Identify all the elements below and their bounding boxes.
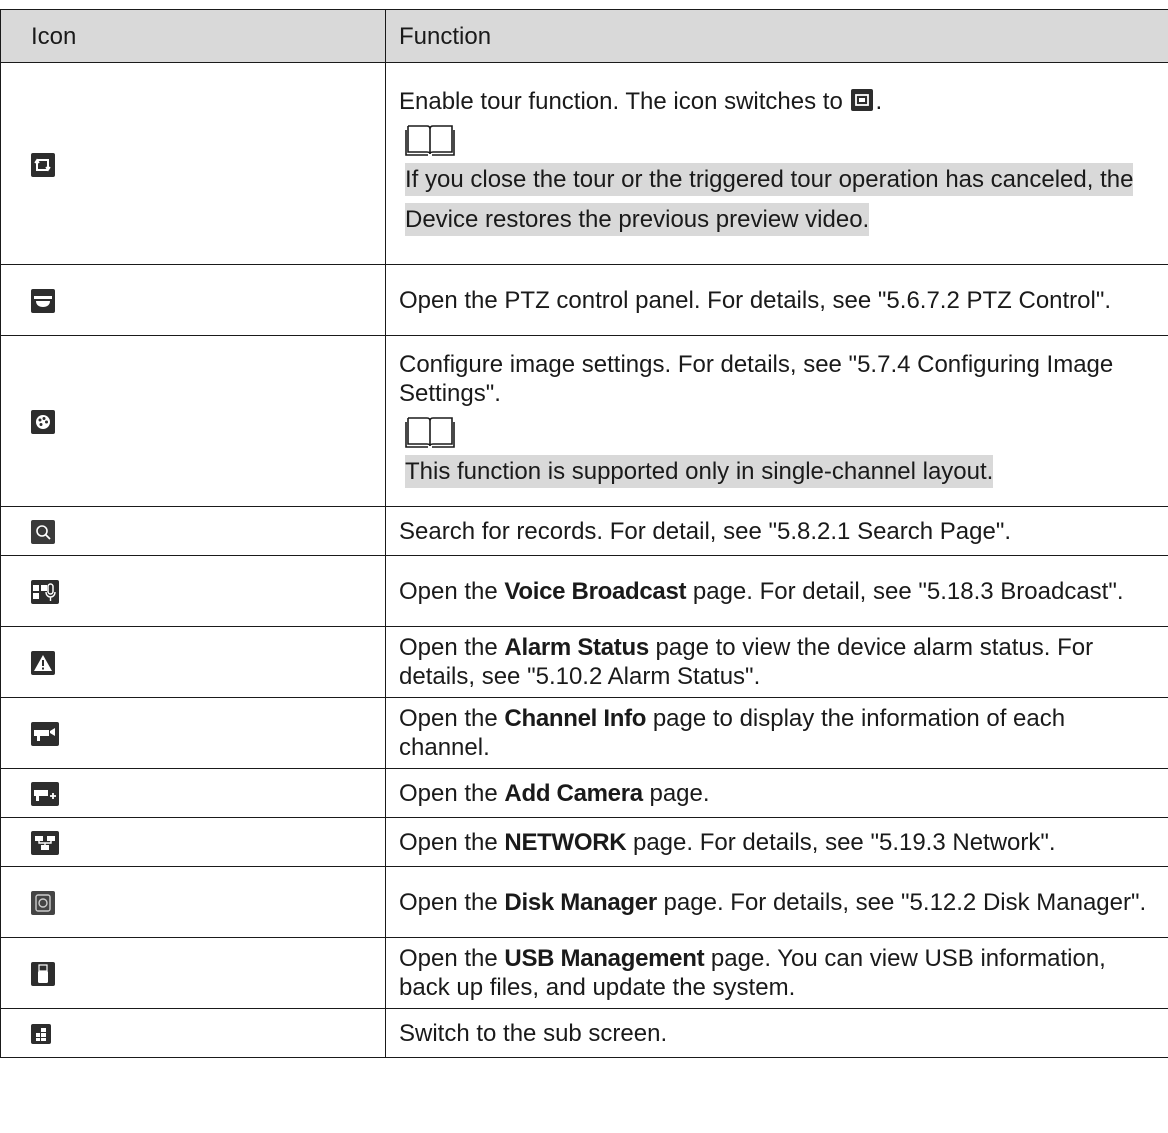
note-book-icon: [405, 417, 455, 448]
table-row: Open the Channel Info page to display th…: [0, 697, 1168, 769]
search-icon: [31, 520, 55, 545]
header-icon: Icon: [0, 9, 386, 63]
row-text-bold: Add Camera: [504, 779, 643, 807]
row-text-pre: Open the: [399, 945, 505, 972]
row-text-pre: Open the: [399, 577, 505, 605]
header-function: Function: [385, 9, 1168, 63]
row-text-bold: NETWORK: [504, 828, 627, 856]
alarm-status-icon: [31, 651, 55, 676]
note-text: This function is supported only in singl…: [405, 455, 994, 488]
row-text-post: page. For details, see "5.19.3 Network".: [626, 828, 1056, 856]
table-row: Open the USB Management page. You can vi…: [0, 937, 1168, 1009]
disk-manager-icon: [31, 891, 55, 916]
table-row: Open the NETWORK page. For details, see …: [0, 817, 1168, 867]
table-row: Open the PTZ control panel. For details,…: [0, 264, 1168, 336]
voice-broadcast-icon: [31, 580, 59, 605]
row-text-post: page.: [642, 779, 710, 807]
ptz-icon: [31, 289, 55, 314]
row-text-pre: Open the: [399, 779, 505, 807]
row-text-bold: USB Management: [504, 945, 705, 972]
note-book-icon: [405, 125, 455, 156]
table-row: Open the Voice Broadcast page. For detai…: [0, 555, 1168, 627]
row-text-pre: Open the: [399, 634, 505, 661]
row-text-post: page. For detail, see "5.18.3 Broadcast"…: [686, 577, 1124, 605]
channel-info-icon: [31, 722, 59, 747]
row-text: Enable tour function. The icon switches …: [399, 88, 850, 115]
network-icon: [31, 831, 59, 856]
tour-active-icon: [851, 89, 874, 111]
table-header-row: Icon Function: [0, 9, 1168, 63]
tour-icon: [31, 152, 55, 177]
row-text-post: page. For details, see "5.12.2 Disk Mana…: [656, 888, 1147, 916]
table-row: Open the Disk Manager page. For details,…: [0, 866, 1168, 938]
row-text-end: .: [875, 88, 883, 115]
table-row: Open the Alarm Status page to view the d…: [0, 626, 1168, 698]
add-camera-icon: [31, 782, 59, 807]
row-text: Search for records. For detail, see "5.8…: [385, 506, 1168, 556]
row-text: Open the PTZ control panel. For details,…: [385, 264, 1168, 336]
row-text-pre: Open the: [399, 828, 505, 856]
sub-screen-icon: [31, 1024, 51, 1045]
row-text-bold: Channel Info: [504, 705, 647, 732]
table-row: Switch to the sub screen.: [0, 1008, 1168, 1058]
image-settings-icon: [31, 410, 55, 435]
row-text: Configure image settings. For details, s…: [399, 351, 1114, 407]
icon-function-table: Icon Function Enable tour function. The …: [0, 9, 1168, 1058]
table-row: Configure image settings. For details, s…: [0, 335, 1168, 507]
row-text-bold: Disk Manager: [504, 888, 657, 916]
table-row: Enable tour function. The icon switches …: [0, 62, 1168, 265]
row-text-pre: Open the: [399, 705, 505, 732]
usb-management-icon: [31, 962, 55, 987]
table-row: Search for records. For detail, see "5.8…: [0, 506, 1168, 556]
row-text-bold: Alarm Status: [504, 634, 649, 661]
row-text-bold: Voice Broadcast: [504, 577, 687, 605]
row-text: Switch to the sub screen.: [385, 1008, 1168, 1058]
note-text: If you close the tour or the triggered t…: [405, 163, 1134, 236]
table-row: Open the Add Camera page.: [0, 768, 1168, 818]
row-text-pre: Open the: [399, 888, 505, 916]
